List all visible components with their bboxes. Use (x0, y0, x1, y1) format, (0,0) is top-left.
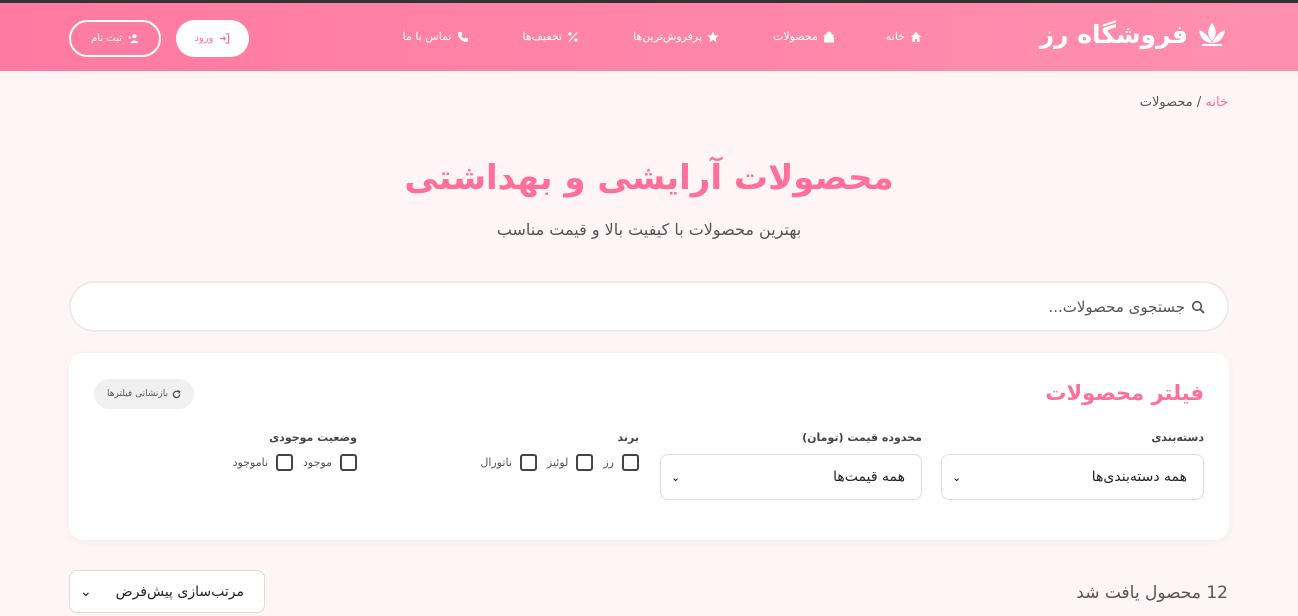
bag-icon (823, 31, 834, 42)
stock-filter-label: وضعیت موجودی (269, 431, 357, 444)
star-icon (707, 31, 719, 42)
checkbox[interactable] (576, 454, 594, 471)
brand-option-rose[interactable]: رز (603, 454, 639, 471)
login-label: ورود (194, 33, 214, 44)
breadcrumb-separator: / (1196, 95, 1202, 110)
brand-option-label: لوئیز (546, 456, 569, 469)
checkbox[interactable] (622, 454, 639, 471)
checkbox[interactable] (519, 454, 537, 471)
price-filter-label: محدوده قیمت (تومان) (802, 431, 922, 444)
lotus-icon (1199, 22, 1225, 46)
nav-label: تماس با ما (402, 30, 452, 43)
page-title: محصولات آرایشی و بهداشتی (404, 158, 894, 198)
category-select[interactable]: همه دسته‌بندی‌ها ⌄ (941, 454, 1204, 500)
stock-options: موجود ناموجود (233, 454, 357, 471)
nav-item-home[interactable]: خانه (886, 30, 922, 43)
reset-filters-button[interactable]: بازنشانی فیلترها (94, 379, 194, 409)
brand-options: رز لوئیز ناتورال (480, 454, 639, 471)
user-plus-icon (128, 34, 139, 44)
filter-title: فیلتر محصولات (1045, 381, 1204, 405)
filter-panel: فیلتر محصولات بازنشانی فیلترها دسته‌بندی… (69, 353, 1229, 540)
login-button[interactable]: ورود (176, 20, 249, 57)
register-button[interactable]: ثبت نام (69, 20, 161, 57)
register-label: ثبت نام (91, 33, 122, 44)
brand-option-louise[interactable]: لوئیز (546, 454, 594, 471)
stock-option-available[interactable]: موجود (303, 454, 357, 471)
nav-label: خانه (885, 30, 905, 43)
home-icon (911, 31, 921, 42)
sort-selected: مرتب‌سازی پیش‌فرض (115, 583, 244, 600)
brand-option-natural[interactable]: ناتورال (480, 454, 537, 471)
stock-option-label: موجود (303, 456, 332, 469)
nav-label: پرفروش‌ترین‌ها (633, 30, 703, 43)
search-icon (1191, 300, 1205, 314)
page-subtitle: بهترین محصولات با کیفیت بالا و قیمت مناس… (496, 220, 802, 239)
brand-filter-label: برند (617, 431, 639, 444)
category-selected: همه دسته‌بندی‌ها (1091, 469, 1187, 485)
nav-item-discounts[interactable]: تخفیف‌ها (523, 30, 580, 43)
checkbox[interactable] (276, 454, 294, 471)
chevron-down-icon: ⌄ (80, 583, 92, 600)
results-count: 12 محصول یافت شد (1076, 583, 1228, 603)
refresh-icon (172, 389, 181, 398)
search-input[interactable] (785, 297, 1185, 316)
chevron-down-icon: ⌄ (952, 470, 962, 484)
nav-item-bestsellers[interactable]: پرفروش‌ترین‌ها (633, 30, 719, 43)
nav-label: محصولات (773, 30, 818, 43)
brand-option-label: ناتورال (480, 456, 512, 469)
top-navbar: فروشگاه رز خانه محصولات پرفروش‌ترین‌ها ت… (0, 3, 1298, 71)
search-bar (69, 281, 1229, 332)
nav-item-products[interactable]: محصولات (773, 30, 835, 43)
brand-logo[interactable]: فروشگاه رز (1040, 20, 1228, 49)
sign-in-icon (220, 33, 230, 44)
checkbox[interactable] (340, 454, 357, 471)
price-selected: همه قیمت‌ها (833, 469, 905, 485)
category-filter-label: دسته‌بندی (1151, 431, 1204, 444)
breadcrumb-home-link[interactable]: خانه (1205, 95, 1228, 110)
phone-icon (457, 31, 468, 42)
nav-item-contact[interactable]: تماس با ما (403, 30, 469, 43)
breadcrumb: خانه / محصولات (1140, 95, 1228, 110)
brand-option-label: رز (603, 456, 614, 469)
stock-option-unavailable[interactable]: ناموجود (232, 454, 294, 471)
main-nav: خانه محصولات پرفروش‌ترین‌ها تخفیف‌ها تما… (403, 30, 922, 43)
breadcrumb-current: محصولات (1139, 95, 1193, 110)
brand-name: فروشگاه رز (1039, 20, 1188, 49)
sort-select[interactable]: مرتب‌سازی پیش‌فرض ⌄ (69, 570, 265, 613)
chevron-down-icon: ⌄ (671, 470, 681, 484)
nav-label: تخفیف‌ها (522, 30, 563, 43)
stock-option-label: ناموجود (232, 456, 269, 469)
percent-icon (568, 31, 578, 42)
price-select[interactable]: همه قیمت‌ها ⌄ (660, 454, 922, 500)
reset-label: بازنشانی فیلترها (107, 389, 168, 399)
